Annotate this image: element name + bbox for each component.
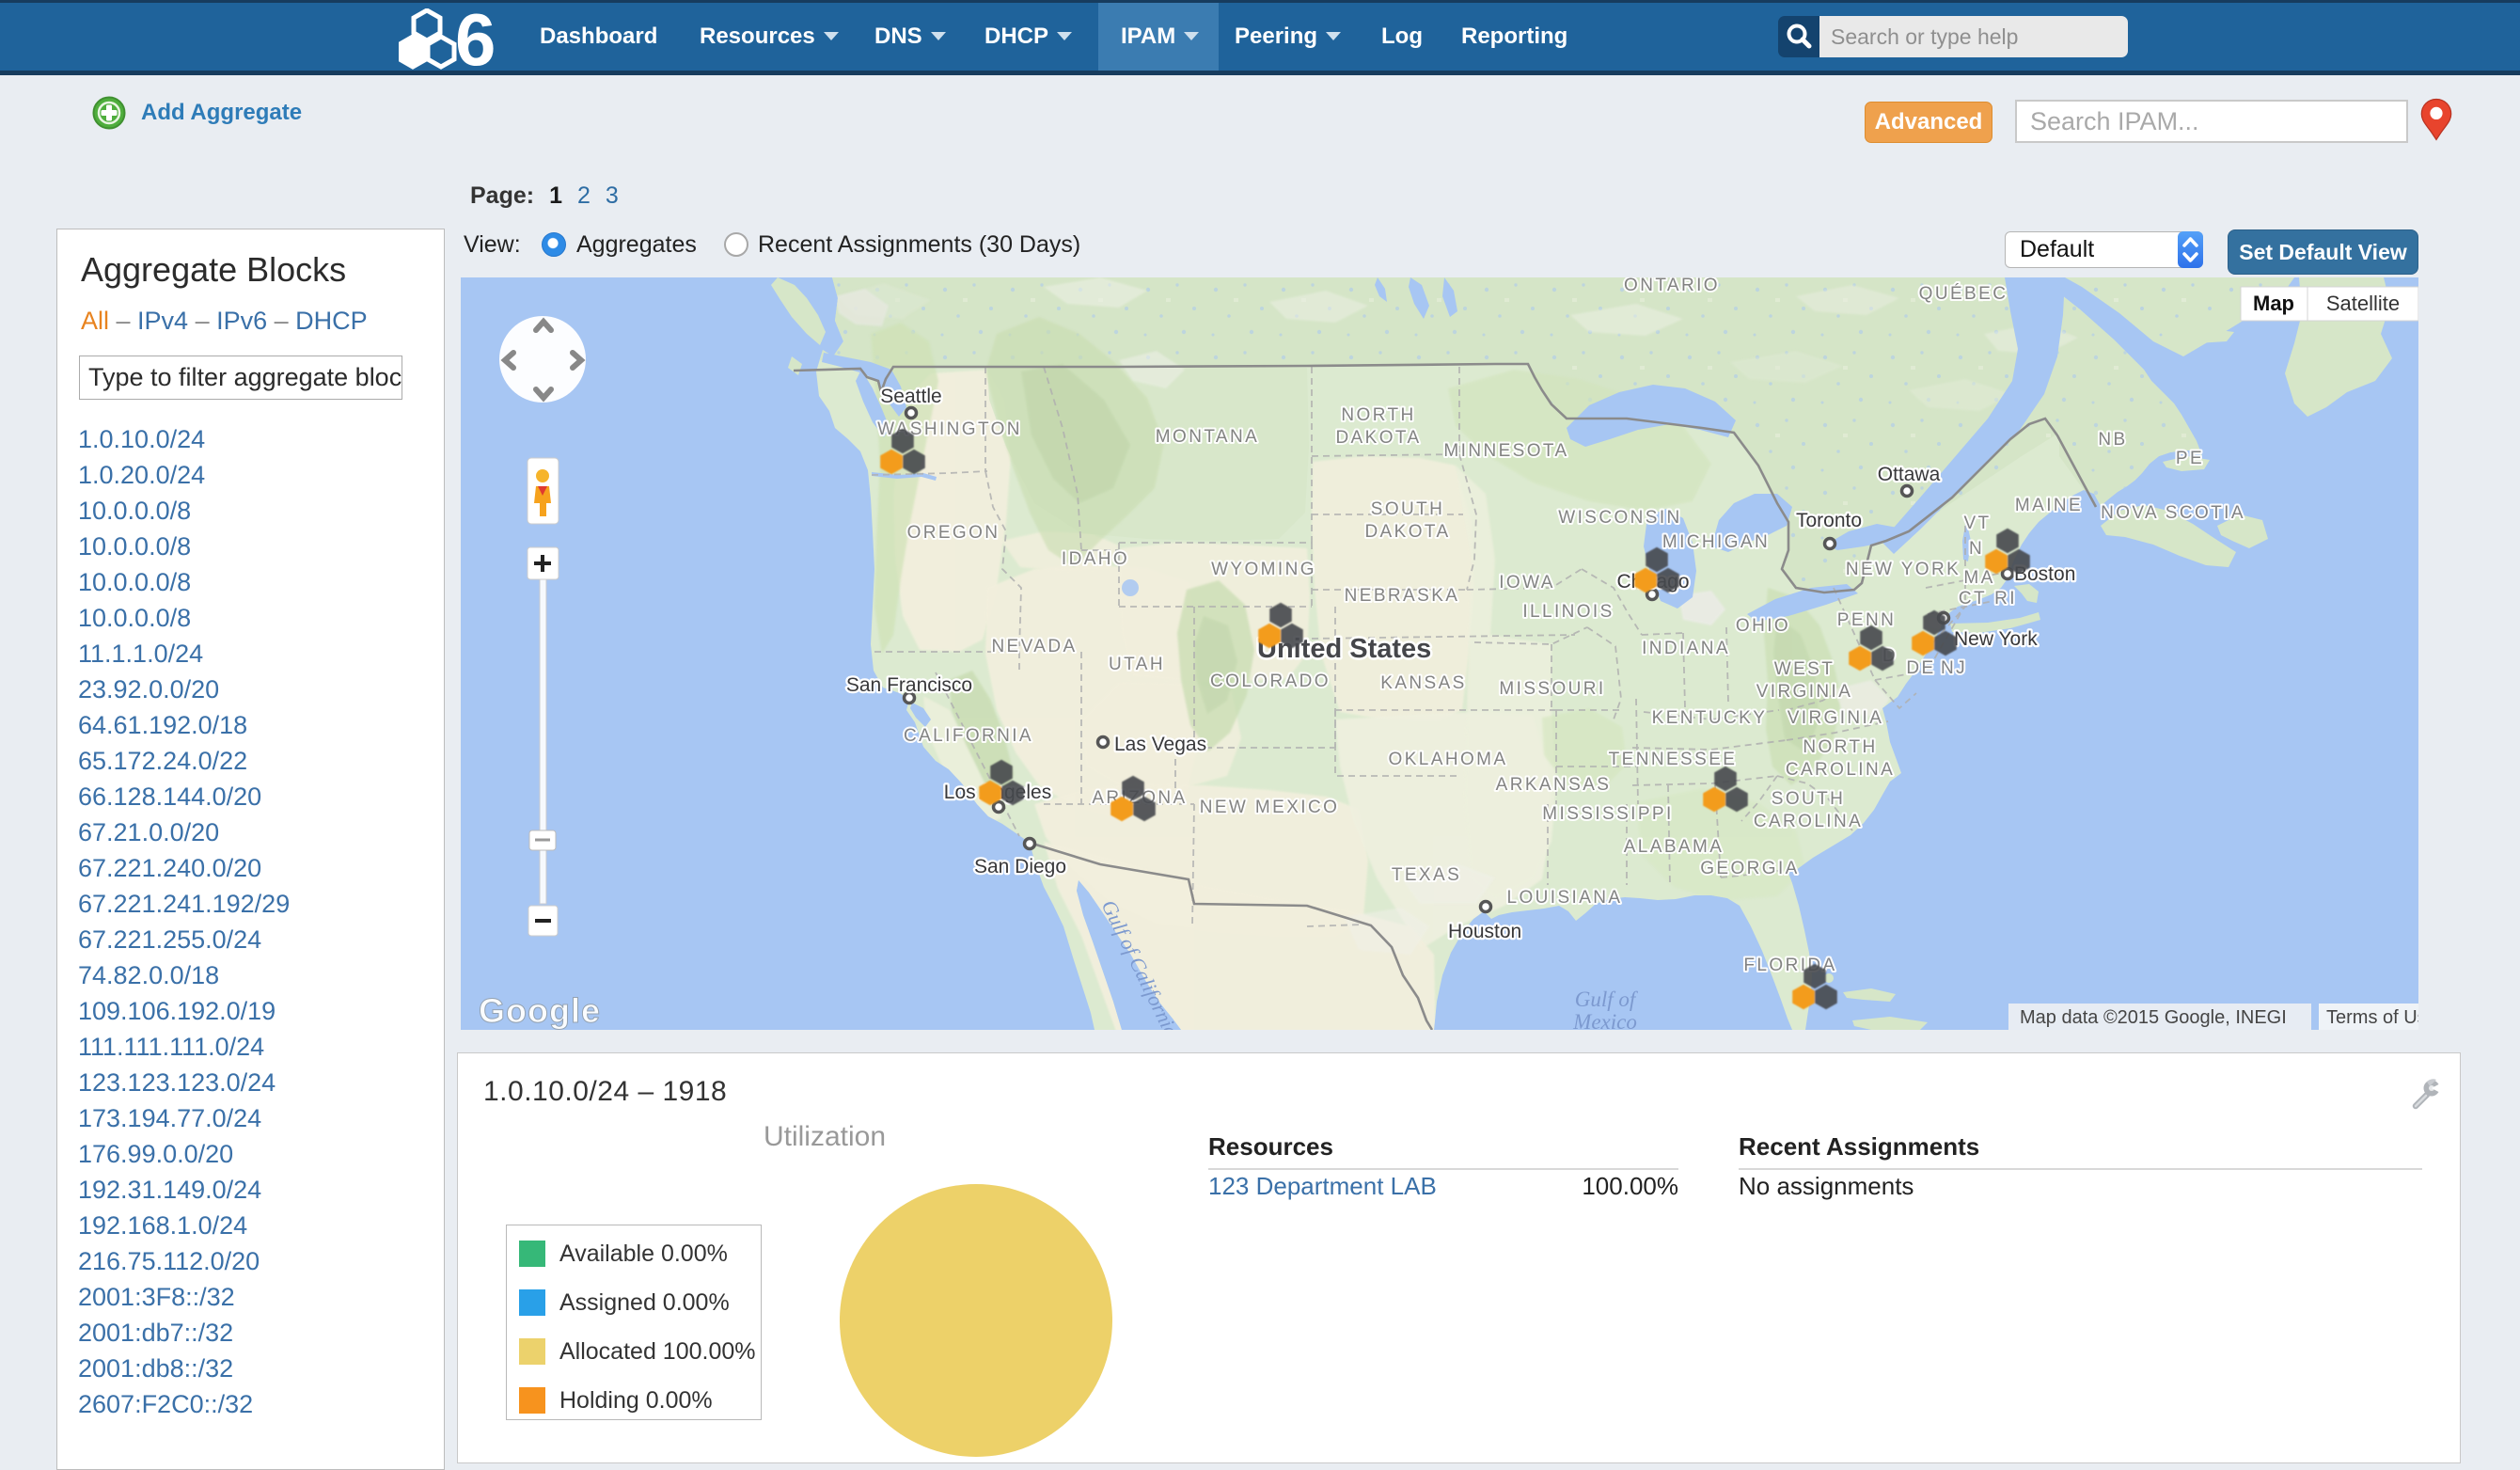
- svg-text:Houston: Houston: [1448, 921, 1521, 942]
- svg-text:CALIFORNIA: CALIFORNIA: [904, 726, 1033, 746]
- svg-text:MISSOURI: MISSOURI: [1499, 679, 1605, 699]
- svg-text:DE: DE: [1906, 658, 1935, 678]
- svg-text:San Francisco: San Francisco: [846, 674, 972, 696]
- svg-text:COLORADO: COLORADO: [1210, 672, 1331, 691]
- svg-text:IOWA: IOWA: [1499, 573, 1555, 593]
- svg-text:QUÉBEC: QUÉBEC: [1919, 284, 2008, 304]
- svg-text:CAROLINA: CAROLINA: [1786, 760, 1895, 780]
- svg-text:WYOMING: WYOMING: [1211, 560, 1316, 579]
- svg-text:NJ: NJ: [1941, 658, 1967, 678]
- svg-text:MONTANA: MONTANA: [1156, 427, 1259, 447]
- svg-text:SOUTH: SOUTH: [1772, 789, 1846, 809]
- svg-text:DAKOTA: DAKOTA: [1335, 428, 1421, 448]
- svg-text:NORTH: NORTH: [1803, 737, 1877, 757]
- svg-text:Map data ©2015 Google, INEGI: Map data ©2015 Google, INEGI: [2020, 1007, 2287, 1028]
- svg-text:NEBRASKA: NEBRASKA: [1345, 586, 1460, 606]
- svg-text:Las Vegas: Las Vegas: [1114, 734, 1206, 755]
- svg-text:OHIO: OHIO: [1736, 616, 1790, 636]
- svg-text:Satellite: Satellite: [2326, 292, 2400, 315]
- svg-text:New York: New York: [1954, 628, 2038, 650]
- svg-text:UTAH: UTAH: [1109, 655, 1165, 674]
- svg-text:PENN: PENN: [1837, 610, 1896, 630]
- svg-text:LOUISIANA: LOUISIANA: [1507, 888, 1623, 908]
- svg-text:VIRGINIA: VIRGINIA: [1756, 682, 1853, 702]
- svg-text:TEXAS: TEXAS: [1392, 865, 1461, 885]
- svg-text:Terms of Use: Terms of Use: [2326, 1007, 2418, 1028]
- svg-text:MA: MA: [1963, 568, 1994, 588]
- svg-text:MAINE: MAINE: [2015, 496, 2083, 515]
- svg-text:GEORGIA: GEORGIA: [1700, 859, 1799, 878]
- svg-text:CT: CT: [1959, 589, 1987, 609]
- svg-text:NORTH: NORTH: [1341, 405, 1415, 425]
- svg-text:ONTARIO: ONTARIO: [1624, 277, 1720, 295]
- svg-text:WISCONSIN: WISCONSIN: [1558, 508, 1681, 528]
- svg-text:Mexico: Mexico: [1572, 1010, 1637, 1030]
- svg-text:KENTUCKY: KENTUCKY: [1652, 708, 1768, 728]
- svg-text:Ottawa: Ottawa: [1878, 464, 1941, 485]
- svg-text:ARKANSAS: ARKANSAS: [1496, 775, 1612, 795]
- svg-text:ALABAMA: ALABAMA: [1624, 837, 1725, 857]
- svg-text:NEW YORK: NEW YORK: [1846, 560, 1961, 579]
- svg-text:DAKOTA: DAKOTA: [1364, 522, 1450, 542]
- svg-text:KANSAS: KANSAS: [1380, 673, 1467, 693]
- svg-text:SOUTH: SOUTH: [1371, 499, 1445, 519]
- svg-text:INDIANA: INDIANA: [1642, 639, 1730, 658]
- svg-text:MICHIGAN: MICHIGAN: [1662, 532, 1770, 552]
- svg-text:NB: NB: [2098, 430, 2127, 450]
- svg-text:NOVA SCOTIA: NOVA SCOTIA: [2101, 503, 2245, 523]
- svg-text:6: 6: [455, 8, 496, 71]
- svg-text:N: N: [1969, 539, 1984, 559]
- svg-text:MISSISSIPPI: MISSISSIPPI: [1542, 804, 1673, 824]
- svg-text:NEVADA: NEVADA: [991, 637, 1077, 656]
- svg-text:MINNESOTA: MINNESOTA: [1443, 441, 1568, 461]
- svg-text:ILLINOIS: ILLINOIS: [1522, 602, 1614, 622]
- svg-text:San Diego: San Diego: [974, 856, 1066, 877]
- svg-text:VIRGINIA: VIRGINIA: [1788, 708, 1884, 728]
- svg-text:Seattle: Seattle: [880, 386, 941, 407]
- svg-text:CAROLINA: CAROLINA: [1754, 812, 1863, 831]
- svg-text:RI: RI: [1994, 589, 2017, 609]
- svg-text:WEST: WEST: [1774, 659, 1835, 679]
- svg-text:Map: Map: [2253, 292, 2294, 315]
- svg-text:Toronto: Toronto: [1796, 510, 1862, 531]
- svg-text:Google: Google: [479, 991, 601, 1030]
- svg-text:TENNESSEE: TENNESSEE: [1609, 750, 1738, 769]
- svg-text:Gulf of: Gulf of: [1575, 988, 1639, 1011]
- svg-text:PE: PE: [2176, 449, 2204, 468]
- svg-text:OREGON: OREGON: [907, 523, 1000, 543]
- svg-text:VT: VT: [1963, 514, 1991, 533]
- svg-text:IDAHO: IDAHO: [1062, 549, 1129, 569]
- svg-text:OKLAHOMA: OKLAHOMA: [1389, 750, 1508, 769]
- svg-text:NEW MEXICO: NEW MEXICO: [1200, 798, 1340, 817]
